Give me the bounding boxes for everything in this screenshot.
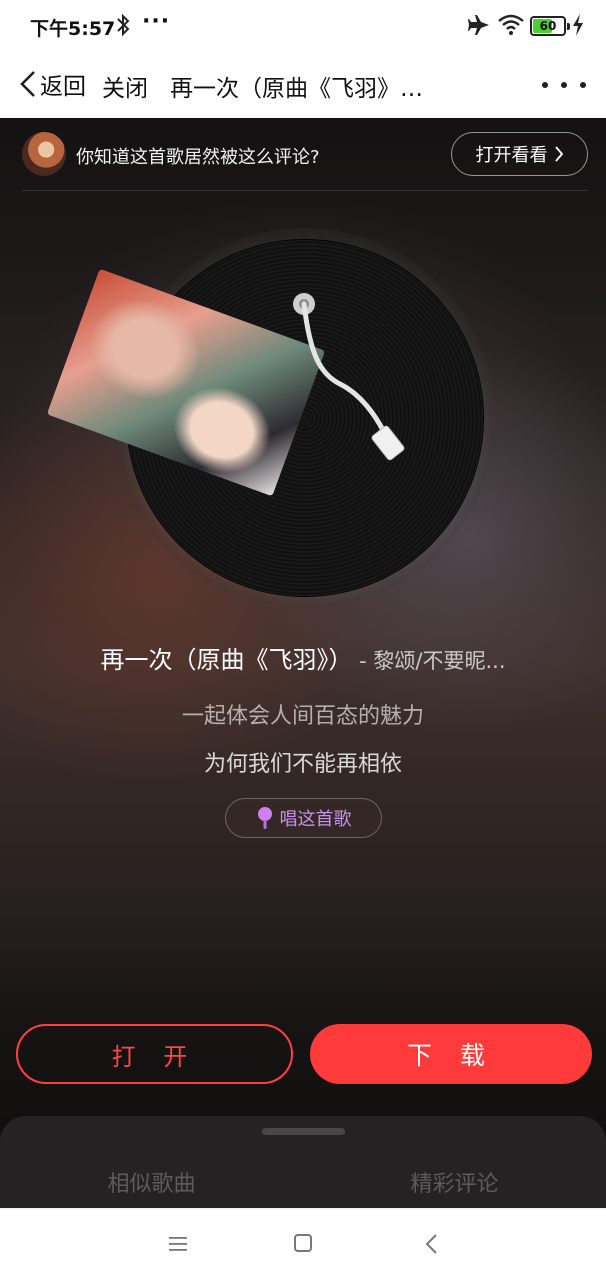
battery-icon: 60	[530, 16, 570, 36]
comment-banner[interactable]: 你知道这首歌居然被这么评论? 打开看看	[22, 130, 588, 180]
charging-icon	[573, 14, 583, 36]
airplane-mode-icon	[468, 15, 489, 35]
back-icon[interactable]	[424, 1233, 438, 1255]
sheet-handle[interactable]	[262, 1128, 345, 1135]
more-icon-dot	[542, 82, 548, 88]
more-icon-dot	[580, 82, 586, 88]
battery-level: 60	[539, 19, 557, 33]
song-title: 再一次（原曲《飞羽》）	[100, 646, 353, 674]
chevron-right-icon	[554, 146, 563, 162]
more-icon-dot	[561, 82, 567, 88]
player-area: 你知道这首歌居然被这么评论? 打开看看 再一次（原曲《飞羽》） - 黎颂/不要昵…	[0, 118, 606, 1208]
notification-dots: ···	[142, 9, 171, 34]
microphone-icon	[257, 807, 272, 829]
divider	[22, 190, 588, 191]
back-label: 返回	[40, 74, 86, 100]
bluetooth-icon	[117, 13, 130, 37]
close-button[interactable]: 关闭	[102, 69, 148, 103]
tab-similar-songs[interactable]: 相似歌曲	[0, 1166, 303, 1198]
download-button[interactable]: 下 载	[310, 1024, 592, 1084]
home-icon[interactable]	[294, 1234, 312, 1252]
open-app-button[interactable]: 打 开	[16, 1024, 293, 1084]
chevron-left-icon	[20, 71, 35, 97]
bottom-sheet[interactable]: 相似歌曲 精彩评论	[0, 1116, 606, 1208]
sing-this-song-button[interactable]: 唱这首歌	[225, 798, 382, 838]
lyric-line-next: 为何我们不能再相依	[203, 752, 402, 777]
sing-this-song-label: 唱这首歌	[279, 809, 352, 830]
more-menu-button[interactable]	[542, 74, 586, 96]
nav-bar: 返回 关闭 再一次（原曲《飞羽》…	[0, 52, 606, 118]
menu-icon[interactable]	[168, 1235, 188, 1253]
status-bar: 下午5:57 ··· 60	[0, 0, 606, 52]
song-artist: - 黎颂/不要昵...	[352, 649, 506, 673]
avatar	[22, 132, 66, 176]
status-time: 下午5:57	[30, 18, 116, 40]
open-look-button[interactable]: 打开看看	[451, 132, 588, 176]
page-title: 再一次（原曲《飞羽》…	[170, 76, 423, 102]
banner-text: 你知道这首歌居然被这么评论?	[76, 147, 320, 168]
tab-comments[interactable]: 精彩评论	[303, 1166, 606, 1198]
tonearm-icon	[293, 293, 405, 461]
back-button[interactable]: 返回	[18, 66, 86, 102]
system-nav-bar	[0, 1208, 606, 1280]
open-look-label: 打开看看	[475, 145, 548, 166]
lyric-line-current: 一起体会人间百态的魅力	[181, 704, 424, 729]
song-title-line: 再一次（原曲《飞羽》） - 黎颂/不要昵...	[0, 640, 606, 675]
wifi-icon	[498, 14, 524, 35]
